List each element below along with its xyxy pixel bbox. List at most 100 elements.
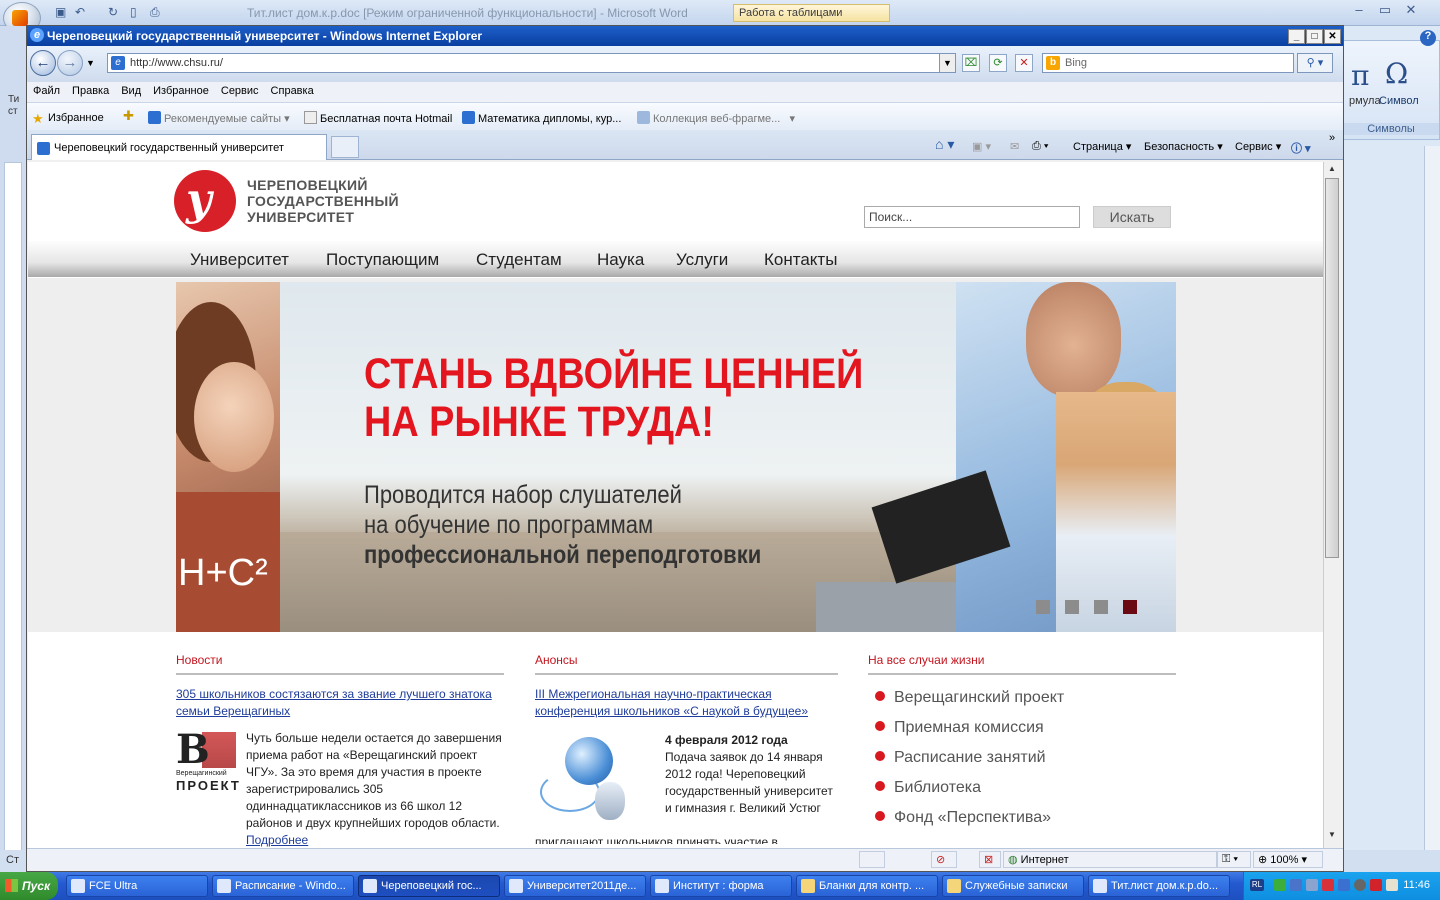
nav-students[interactable]: Студентам (476, 250, 562, 270)
favorites-item-hotmail[interactable]: Бесплатная почта Hotmail (304, 111, 452, 125)
mail-icon[interactable]: ✉ (1010, 140, 1019, 153)
life-item-vereshchagin[interactable]: Верещагинский проект (875, 689, 1064, 707)
redo-icon[interactable]: ↻ (108, 5, 122, 19)
ie-minimize-button[interactable]: _ (1288, 29, 1305, 44)
tray-app-icon[interactable] (1386, 879, 1398, 891)
back-button[interactable]: ← (30, 50, 56, 76)
life-item-admissions[interactable]: Приемная комиссия (875, 719, 1044, 737)
slide-dot-2[interactable] (1065, 600, 1079, 614)
slide-dot-3[interactable] (1094, 600, 1108, 614)
help-icon[interactable]: ? (1420, 30, 1436, 46)
menu-view[interactable]: Вид (115, 82, 147, 97)
security-lock-icon[interactable]: ⚿ ▾ (1217, 851, 1251, 868)
university-logo-icon[interactable]: у (174, 170, 236, 232)
ie-maximize-button[interactable]: □ (1306, 29, 1323, 44)
task-institute-form[interactable]: Институт : форма (650, 875, 792, 897)
promo-banner[interactable]: H+C² СТАНЬ ВДВОЙНЕ ЦЕННЕЙ НА РЫНКЕ ТРУДА… (176, 282, 1176, 632)
phishing-filter-icon[interactable]: ⊘ (931, 851, 957, 868)
help-menu-icon[interactable]: ⓘ ▾ (1291, 140, 1311, 156)
address-dropdown-icon[interactable]: ▼ (939, 53, 956, 73)
favorites-item-math[interactable]: Математика дипломы, кур... (462, 111, 621, 125)
symbol-label[interactable]: Символ (1379, 95, 1419, 107)
ie-close-button[interactable]: ✕ (1324, 29, 1341, 44)
zoom-level[interactable]: ⊕ 100% ▾ (1253, 851, 1323, 868)
tools-menu[interactable]: Сервис ▾ (1235, 140, 1281, 153)
news-more-link[interactable]: Подробнее (246, 833, 308, 847)
nav-services[interactable]: Услуги (676, 250, 728, 270)
news-heading[interactable]: Новости (176, 653, 222, 667)
network-icon[interactable] (1290, 879, 1302, 891)
site-search-input[interactable]: Поиск... (864, 206, 1080, 228)
vereshchagin-project-logo[interactable]: В Верещагинский ПРОЕКТ (176, 730, 239, 793)
page-scrollbar[interactable]: ▲ ▼ (1323, 162, 1340, 848)
announce-heading[interactable]: Анонсы (535, 653, 578, 667)
clock[interactable]: 11:46 (1403, 879, 1430, 891)
search-button[interactable]: ⚲ ▾ (1297, 53, 1333, 73)
life-item-fund[interactable]: Фонд «Перспектива» (875, 809, 1051, 827)
task-university[interactable]: Университет2011де... (504, 875, 646, 897)
nav-university[interactable]: Университет (190, 250, 289, 270)
tray-app-icon[interactable] (1338, 879, 1350, 891)
task-fce-ultra[interactable]: FCE Ultra (66, 875, 208, 897)
feeds-icon[interactable]: ▣ ▾ (972, 140, 991, 153)
slide-dot-1[interactable] (1036, 600, 1050, 614)
forward-button[interactable]: → (57, 50, 83, 76)
page-menu[interactable]: Страница ▾ (1073, 140, 1131, 153)
task-schedule[interactable]: Расписание - Windo... (212, 875, 354, 897)
overflow-chevron-icon[interactable]: » (1329, 132, 1335, 144)
task-memos-folder[interactable]: Служебные записки (942, 875, 1084, 897)
new-tab-button[interactable] (331, 136, 359, 158)
print-page-icon[interactable]: ⎙ ▾ (1032, 140, 1048, 153)
menu-file[interactable]: Файл (27, 82, 66, 97)
life-item-library[interactable]: Библиотека (875, 779, 981, 797)
life-heading[interactable]: На все случаи жизни (868, 653, 984, 667)
print-icon[interactable]: ⎙ (150, 5, 164, 19)
university-name[interactable]: ЧЕРЕПОВЕЦКИЙ ГОСУДАРСТВЕННЫЙ УНИВЕРСИТЕТ (247, 177, 399, 225)
save-icon[interactable]: ▣ (55, 5, 69, 19)
tray-app-icon[interactable] (1354, 879, 1366, 891)
scroll-down-icon[interactable]: ▼ (1326, 830, 1338, 844)
address-bar[interactable]: e http://www.chsu.ru/ (107, 53, 956, 73)
protected-mode-icon[interactable]: ⊠ (979, 851, 1001, 868)
language-indicator[interactable]: RL (1250, 879, 1264, 891)
close-button[interactable]: ✕ (1398, 2, 1424, 18)
formula-label[interactable]: рмула (1349, 95, 1381, 107)
pi-icon[interactable]: π (1351, 59, 1369, 92)
task-ie-chsu[interactable]: Череповецкий гос... (358, 875, 500, 897)
nav-applicants[interactable]: Поступающим (326, 250, 439, 270)
ati-icon[interactable] (1322, 879, 1334, 891)
life-item-schedule[interactable]: Расписание занятий (875, 749, 1046, 767)
minimize-button[interactable]: – (1346, 2, 1372, 17)
favorites-item-suggested[interactable]: Рекомендуемые сайты ▾ (148, 111, 290, 125)
scroll-thumb[interactable] (1325, 178, 1339, 558)
site-search-button[interactable]: Искать (1093, 206, 1171, 228)
table-tools-tab[interactable]: Работа с таблицами (733, 4, 890, 22)
menu-edit[interactable]: Правка (66, 82, 115, 97)
history-dropdown-icon[interactable]: ▼ (86, 58, 95, 68)
stop-icon[interactable]: ✕ (1015, 54, 1033, 72)
antivirus-icon[interactable] (1370, 879, 1382, 891)
announce-link[interactable]: III Межрегиональная научно-практическая … (535, 686, 825, 720)
undo-icon[interactable]: ↶ (75, 5, 89, 19)
safety-menu[interactable]: Безопасность ▾ (1144, 140, 1223, 153)
menu-help[interactable]: Справка (265, 82, 320, 97)
word-scrollbar[interactable] (1424, 146, 1440, 856)
browser-tab[interactable]: Череповецкий государственный университет (31, 134, 327, 160)
nav-contacts[interactable]: Контакты (764, 250, 837, 270)
home-icon[interactable]: ⌂ ▾ (935, 136, 954, 153)
refresh-icon[interactable]: ⟳ (989, 54, 1007, 72)
task-blanks-folder[interactable]: Бланки для контр. ... (796, 875, 938, 897)
compat-view-icon[interactable]: ⌧ (962, 54, 980, 72)
nav-science[interactable]: Наука (597, 250, 644, 270)
news-link[interactable]: 305 школьников состязаются за звание луч… (176, 686, 506, 720)
add-favorites-icon[interactable]: ✚ (123, 108, 134, 124)
menu-favorites[interactable]: Избранное (147, 82, 215, 97)
task-word-doc[interactable]: Тит.лист дом.к.р.do... (1088, 875, 1230, 897)
menu-tools[interactable]: Сервис (215, 82, 265, 97)
tray-app-icon[interactable] (1274, 879, 1286, 891)
tray-app-icon[interactable] (1306, 879, 1318, 891)
favorites-button[interactable]: ★ Избранное (32, 111, 104, 126)
scroll-up-icon[interactable]: ▲ (1326, 164, 1338, 178)
omega-icon[interactable]: Ω (1385, 57, 1408, 90)
favorites-item-webslices[interactable]: Коллекция веб-фрагме... ▾ (637, 111, 795, 125)
